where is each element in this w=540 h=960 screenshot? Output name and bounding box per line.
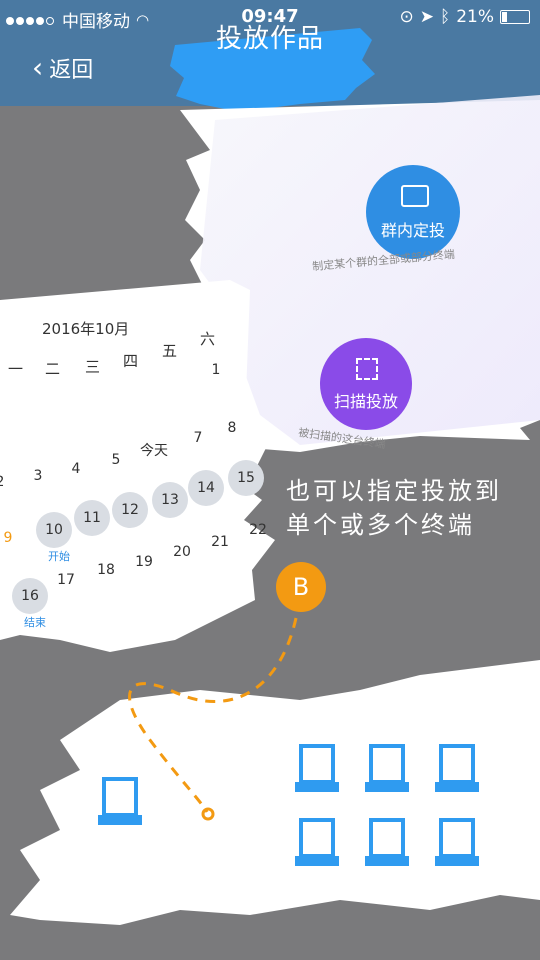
calendar-day[interactable]: 22 [240,522,276,538]
calendar-day[interactable]: 4 [58,461,94,477]
weekday-label: 三 [85,358,101,376]
chat-group-icon [401,185,429,207]
scan-icon [356,358,378,380]
scan-target-button[interactable]: 扫描投放 [320,338,412,430]
calendar-day[interactable]: 1 [198,362,234,378]
calendar-day[interactable]: 11 [74,500,110,536]
calendar-day[interactable]: 10 [36,512,72,548]
calendar-day[interactable]: 13 [152,482,188,518]
calendar-day[interactable]: 7 [180,430,216,446]
group-target-label: 群内定投 [380,221,445,240]
start-tag: 开始 [48,550,70,563]
calendar-day[interactable]: 14 [188,470,224,506]
weekday-label: 五 [162,342,178,360]
step-badge-b: B [276,562,326,612]
end-tag: 结束 [24,616,46,629]
group-target-button[interactable]: 群内定投 [366,165,460,259]
scan-target-label: 扫描投放 [333,392,398,411]
calendar-day[interactable]: 5 [98,452,134,468]
calendar-day[interactable]: 17 [48,572,84,588]
callout-text: 也可以指定投放到 单个或多个终端 [286,474,502,542]
calendar-day[interactable]: 18 [88,562,124,578]
weekday-label: 一 [8,360,24,378]
callout-line-2: 单个或多个终端 [286,511,475,539]
calendar-day[interactable]: 2 [0,474,18,490]
calendar-day[interactable]: 3 [20,468,56,484]
page-title: 投放作品 [215,24,324,54]
calendar-month-title: 2016年10月 [42,320,130,338]
calendar-day[interactable]: 12 [112,492,148,528]
calendar-day[interactable]: 21 [202,534,238,550]
calendar-day[interactable]: 20 [164,544,200,560]
weekday-label: 四 [123,352,139,370]
calendar-day[interactable]: 9 [0,530,26,546]
weekday-label: 六 [200,330,216,348]
callout-line-1: 也可以指定投放到 [286,477,502,505]
calendar-day[interactable]: 8 [214,420,250,436]
calendar-day[interactable]: 16 [12,578,48,614]
calendar-day[interactable]: 今天 [136,440,172,460]
page-title-area: 投放作品 [170,0,370,78]
calendar-day[interactable]: 19 [126,554,162,570]
calendar-day[interactable]: 15 [228,460,264,496]
weekday-label: 二 [45,360,61,378]
brush-white-bottom [10,660,540,925]
